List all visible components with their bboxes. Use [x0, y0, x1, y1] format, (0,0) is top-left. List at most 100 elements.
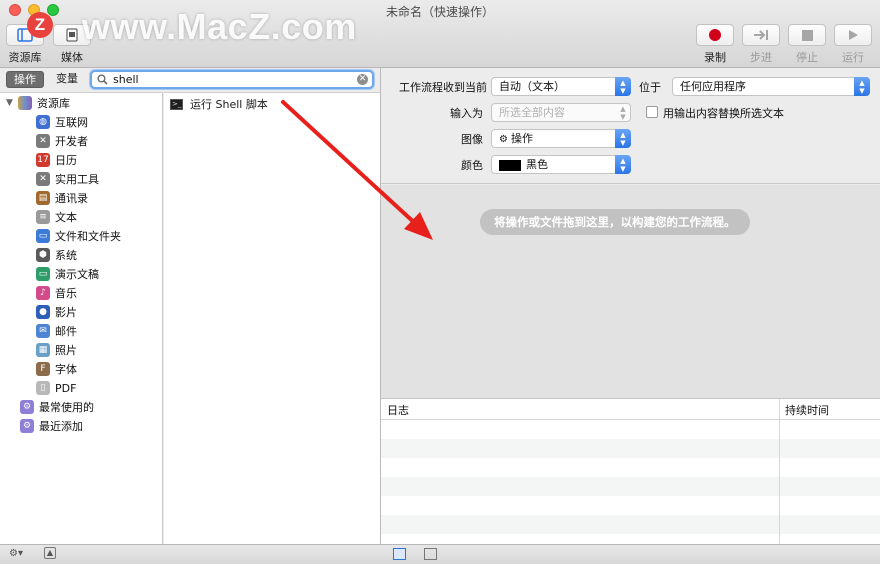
- color-popup[interactable]: 黑色 ▲ ▼: [491, 155, 631, 174]
- record-icon: [709, 29, 721, 41]
- library-folder-icon: [18, 96, 32, 110]
- log-row: [381, 439, 880, 458]
- duration-column-header[interactable]: 持续时间: [785, 402, 829, 418]
- stop-icon: [801, 29, 813, 41]
- input-popup[interactable]: 所选全部内容 ▲ ▼: [491, 103, 631, 122]
- site-watermark: www.MacZ.com: [82, 6, 357, 47]
- step-icon: [743, 25, 779, 45]
- library-category-item[interactable]: ▭ 文件和文件夹: [36, 227, 121, 245]
- image-popup[interactable]: ⚙ 操作 ▲ ▼: [491, 129, 631, 148]
- log-row: [381, 477, 880, 496]
- step-button-label: 步进: [750, 51, 772, 64]
- window-toolbar: 未命名（快速操作） 资源库 媒体 Z www.MacZ.com 录制 步进 停止…: [0, 0, 880, 68]
- library-category-item[interactable]: ✕ 开发者: [36, 132, 88, 150]
- input-value: 所选全部内容: [499, 106, 565, 119]
- library-category-item[interactable]: F 字体: [36, 360, 77, 378]
- application-popup[interactable]: 任何应用程序 ▲ ▼: [672, 77, 870, 96]
- smart-group-item[interactable]: ⚙ 最常使用的: [20, 398, 94, 416]
- record-button[interactable]: [696, 24, 734, 46]
- library-root-label: 资源库: [37, 97, 70, 110]
- receives-popup[interactable]: 自动（文本） ▲ ▼: [491, 77, 631, 96]
- library-category-item[interactable]: ♪ 音乐: [36, 284, 77, 302]
- category-icon: ▯: [36, 381, 50, 395]
- list-view-icon[interactable]: [393, 548, 406, 560]
- category-icon: 17: [36, 153, 50, 167]
- run-button-label: 运行: [842, 51, 864, 64]
- record-button-label: 录制: [704, 51, 726, 64]
- chevron-updown-icon: ▲ ▼: [615, 77, 631, 96]
- chevron-updown-icon: ▲ ▼: [615, 129, 631, 148]
- toggle-description-icon[interactable]: ▲: [44, 547, 56, 559]
- category-label: 字体: [55, 363, 77, 376]
- library-category-item[interactable]: ✉ 邮件: [36, 322, 77, 340]
- category-label: 影片: [55, 306, 77, 319]
- replace-output-checkbox[interactable]: [646, 106, 658, 118]
- library-category-item[interactable]: ▭ 演示文稿: [36, 265, 99, 283]
- step-button[interactable]: [742, 24, 780, 46]
- library-category-item[interactable]: ≡ 文本: [36, 208, 77, 226]
- category-label: 通讯录: [55, 192, 88, 205]
- library-tree: ▼ 资源库 ◍ 互联网 ✕ 开发者 17 日历 ✕ 实用工具 ▤ 通讯录 ≡ 文本 ▭ 文件和文件夹 ⬢ 系统…: [0, 92, 163, 544]
- image-label: 图像: [461, 133, 483, 146]
- tab-actions[interactable]: 操作: [6, 71, 44, 88]
- input-label: 输入为: [450, 107, 483, 120]
- category-icon: ▤: [36, 191, 50, 205]
- clear-search-icon[interactable]: ✕: [357, 74, 368, 85]
- search-input[interactable]: shell: [113, 73, 139, 86]
- category-label: 照片: [55, 344, 77, 357]
- category-icon: F: [36, 362, 50, 376]
- log-column-header[interactable]: 日志: [387, 402, 409, 418]
- workflow-drop-area[interactable]: 将操作或文件拖到这里，以构建您的工作流程。: [381, 185, 880, 398]
- library-category-item[interactable]: ▦ 照片: [36, 341, 77, 359]
- library-category-item[interactable]: ▤ 通讯录: [36, 189, 88, 207]
- library-category-item[interactable]: ✕ 实用工具: [36, 170, 99, 188]
- library-button-label: 资源库: [8, 51, 42, 64]
- library-category-item[interactable]: ◍ 互联网: [36, 113, 88, 131]
- library-category-item[interactable]: 17 日历: [36, 151, 77, 169]
- in-label: 位于: [639, 81, 661, 94]
- library-category-item[interactable]: ⬢ 系统: [36, 246, 77, 264]
- tab-variables[interactable]: 变量: [50, 71, 84, 88]
- category-label: 文件和文件夹: [55, 230, 121, 243]
- image-value: 操作: [510, 132, 533, 145]
- library-root-item[interactable]: ▼ 资源库: [6, 94, 70, 112]
- replace-output-label: 用输出内容替换所选文本: [663, 107, 784, 120]
- action-label: 运行 Shell 脚本: [190, 98, 268, 111]
- receives-label: 工作流程收到当前: [399, 81, 487, 94]
- maczz-logo-icon: Z: [27, 12, 53, 38]
- category-label: 演示文稿: [55, 268, 99, 281]
- smart-group-label: 最常使用的: [39, 401, 94, 414]
- gear-icon: ⚙: [499, 134, 508, 145]
- action-list: >_ 运行 Shell 脚本: [164, 92, 380, 544]
- color-value: 黑色: [526, 158, 548, 171]
- category-icon: ◍: [36, 115, 50, 129]
- stop-button-label: 停止: [796, 51, 818, 64]
- media-button-label: 媒体: [61, 51, 83, 64]
- smart-group-item[interactable]: ⚙ 最近添加: [20, 417, 83, 435]
- run-button[interactable]: [834, 24, 872, 46]
- action-run-shell-script[interactable]: >_ 运行 Shell 脚本: [170, 95, 268, 113]
- category-icon: ▭: [36, 267, 50, 281]
- bottom-bar: ⚙▾ ▲: [0, 544, 880, 564]
- category-label: 开发者: [55, 135, 88, 148]
- category-label: PDF: [55, 381, 77, 395]
- workflow-settings: 工作流程收到当前 自动（文本） ▲ ▼ 位于 任何应用程序 ▲ ▼ 输入为 所选全部…: [381, 68, 880, 184]
- column-divider[interactable]: [779, 399, 780, 545]
- drop-hint: 将操作或文件拖到这里，以构建您的工作流程。: [480, 209, 750, 235]
- category-icon: ✉: [36, 324, 50, 338]
- stop-button[interactable]: [788, 24, 826, 46]
- category-label: 系统: [55, 249, 77, 262]
- play-icon: [835, 25, 871, 45]
- category-icon: ⬢: [36, 248, 50, 262]
- search-field[interactable]: shell ✕: [90, 70, 374, 89]
- category-icon: ●: [36, 305, 50, 319]
- disclosure-triangle-icon[interactable]: ▼: [6, 98, 16, 108]
- search-icon: [97, 74, 108, 85]
- library-category-item[interactable]: ▯ PDF: [36, 379, 76, 397]
- category-icon: ✕: [36, 172, 50, 186]
- library-tabs-bar: 操作 变量 shell ✕: [0, 68, 380, 92]
- gear-menu-icon[interactable]: ⚙▾: [9, 548, 23, 561]
- smart-folder-icon: ⚙: [20, 400, 34, 414]
- library-category-item[interactable]: ● 影片: [36, 303, 77, 321]
- split-view-icon[interactable]: [424, 548, 437, 560]
